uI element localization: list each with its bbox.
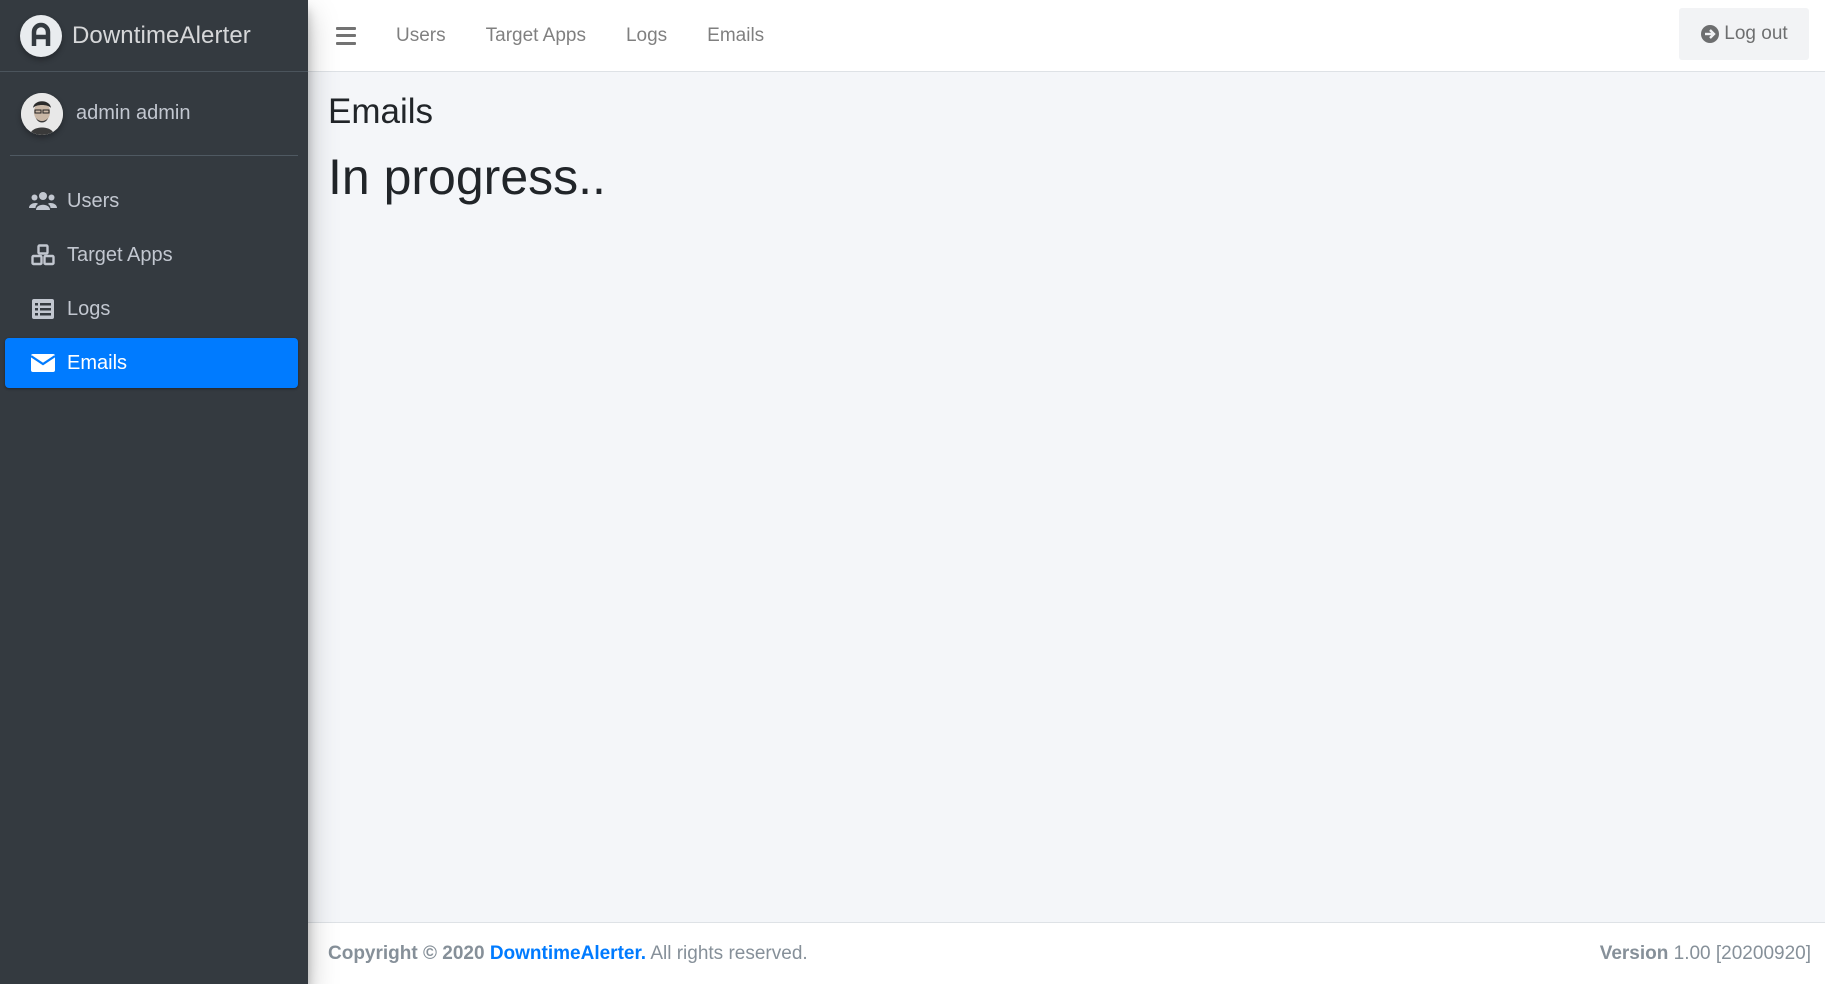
sidebar-item-target-apps[interactable]: Target Apps — [5, 230, 298, 280]
footer-brand-link[interactable]: DowntimeAlerter. — [490, 943, 646, 964]
user-avatar — [21, 92, 63, 135]
sign-out-icon — [1700, 24, 1720, 44]
user-panel: admin admin — [10, 72, 298, 156]
sidebar-item-label: Users — [67, 189, 120, 212]
footer-copyright: Copyright © 2020 DowntimeAlerter. All ri… — [328, 943, 808, 965]
copyright-prefix: Copyright © 2020 — [328, 942, 485, 964]
main-content: Emails In progress.. — [328, 72, 606, 206]
sidebar-item-label: Target Apps — [67, 243, 173, 266]
version-value: 1.00 [20200920] — [1673, 942, 1811, 964]
list-icon — [29, 297, 57, 321]
brand-name: DowntimeAlerter — [72, 21, 251, 49]
rights-text: All rights reserved. — [650, 942, 808, 964]
footer: Copyright © 2020 DowntimeAlerter. All ri… — [308, 922, 1825, 984]
sidebar-item-label: Logs — [67, 297, 111, 320]
topnav-link-target-apps[interactable]: Target Apps — [486, 25, 586, 47]
cubes-icon — [29, 243, 57, 267]
users-icon — [29, 189, 57, 213]
user-name[interactable]: admin admin — [76, 102, 191, 125]
topnav-link-users[interactable]: Users — [396, 25, 446, 47]
sidebar-item-emails[interactable]: Emails — [5, 338, 298, 388]
footer-version: Version 1.00 [20200920] — [1600, 943, 1811, 965]
status-text: In progress.. — [328, 149, 606, 205]
logout-button[interactable]: Log out — [1679, 8, 1809, 60]
sidebar: DowntimeAlerter admin admin Users Target… — [0, 0, 308, 984]
topnav-link-emails[interactable]: Emails — [707, 25, 764, 47]
sidebar-item-label: Emails — [67, 351, 128, 374]
logout-label: Log out — [1724, 23, 1788, 44]
sidebar-nav: Users Target Apps Logs Emails — [0, 156, 308, 388]
brand-logo-icon — [20, 14, 62, 57]
envelope-icon — [29, 351, 57, 375]
sidebar-item-users[interactable]: Users — [5, 176, 298, 226]
topnav-link-logs[interactable]: Logs — [626, 25, 667, 47]
sidebar-item-logs[interactable]: Logs — [5, 284, 298, 334]
version-label: Version — [1599, 942, 1669, 964]
menu-toggle-icon[interactable] — [336, 26, 356, 45]
app-root: DowntimeAlerter admin admin Users Target… — [0, 0, 1825, 984]
top-navbar: Users Target Apps Logs Emails Log out — [308, 0, 1825, 72]
brand-link[interactable]: DowntimeAlerter — [0, 0, 308, 72]
page-title: Emails — [328, 92, 434, 131]
